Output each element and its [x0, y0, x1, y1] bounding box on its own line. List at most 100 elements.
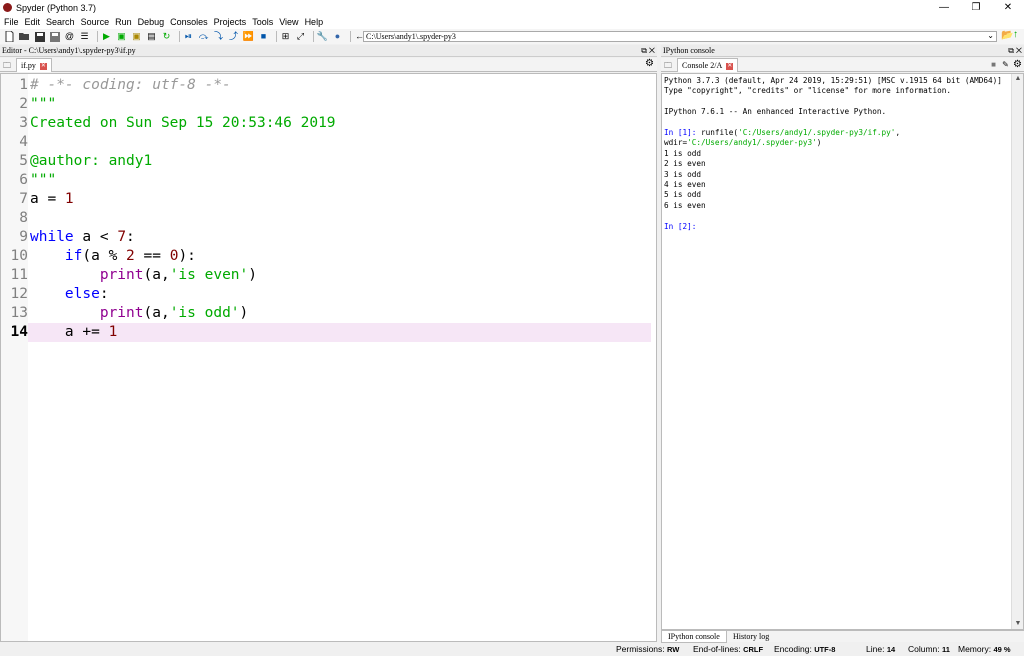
working-directory-input[interactable]: C:\Users\andy1\.spyder-py3 ⌄: [363, 31, 997, 42]
outline-icon[interactable]: ☰: [79, 31, 90, 42]
run-selection-icon[interactable]: ▤: [146, 31, 157, 42]
pane-controls[interactable]: ⧉ ✕: [1008, 45, 1022, 57]
step-return-icon[interactable]: ⤴: [228, 31, 239, 42]
close-tab-icon[interactable]: ✕: [39, 62, 47, 70]
status-bar: Permissions: RW End-of-lines: CRLF Encod…: [0, 643, 1024, 655]
code-token: :: [126, 229, 135, 245]
code-editor[interactable]: 1 2 3 4 5 6 7 8 9 10 11 12 13 14 # -*- coding: utf-8 …: [0, 73, 657, 642]
code-token: ): [239, 305, 249, 321]
console-line: Type "copyright", "credits" or "license"…: [664, 86, 1006, 96]
gear-icon[interactable]: ⚙: [645, 58, 654, 69]
menu-search[interactable]: Search: [46, 17, 75, 27]
parent-directory-icon[interactable]: ↑: [1013, 29, 1018, 40]
rerun-icon[interactable]: ↻: [161, 31, 172, 42]
tab-label: Console 2/A: [682, 61, 723, 70]
console-token: 1 is odd: [664, 148, 702, 158]
gear-icon[interactable]: ⚙: [1013, 60, 1022, 70]
browse-tabs-icon[interactable]: 🗀: [664, 60, 672, 74]
column-status: Column: 11: [908, 643, 950, 656]
stop-kernel-icon[interactable]: ■: [989, 60, 998, 69]
menu-file[interactable]: File: [4, 17, 19, 27]
tab-console-2a[interactable]: Console 2/A ✕: [677, 58, 739, 72]
console-token: runfile(: [701, 128, 739, 138]
code-token: a +=: [30, 324, 109, 340]
console-line: 3 is odd: [664, 170, 1006, 180]
debug-icon[interactable]: ⏯: [183, 31, 194, 42]
find-icon[interactable]: @: [64, 31, 75, 42]
new-file-icon[interactable]: [4, 31, 15, 42]
toolbar-separator: [97, 31, 98, 42]
browse-tabs-icon[interactable]: 🗀: [3, 60, 11, 74]
console-token: In [2]:: [664, 221, 702, 231]
code-token: (a,: [143, 305, 170, 321]
console-line: 1 is odd: [664, 149, 1006, 159]
code-line: if(a % 2 == 0):: [1, 247, 656, 266]
close-tab-icon[interactable]: ✕: [726, 62, 734, 70]
code-token: print: [99, 305, 144, 321]
restore-button[interactable]: ❐: [960, 0, 992, 15]
code-token: :: [99, 286, 109, 302]
console-pane-title: IPython console ⧉ ✕: [661, 45, 1024, 57]
menu-debug[interactable]: Debug: [138, 17, 165, 27]
pane-controls[interactable]: ⧉ ✕: [641, 45, 655, 57]
open-file-icon[interactable]: [19, 31, 30, 42]
code-token: 1: [108, 324, 118, 340]
menu-view[interactable]: View: [279, 17, 298, 27]
close-button[interactable]: ✕: [992, 0, 1024, 15]
preferences-icon[interactable]: 🔧: [317, 31, 328, 42]
spyder-logo-icon: [3, 3, 12, 12]
run-cell-icon[interactable]: ▣: [116, 31, 127, 42]
console-line: 4 is even: [664, 180, 1006, 190]
code-line: """: [1, 95, 656, 114]
step-icon[interactable]: ⤼: [198, 31, 209, 42]
window-title: Spyder (Python 3.7): [16, 2, 97, 13]
console-line: 2 is even: [664, 159, 1006, 169]
menu-tools[interactable]: Tools: [252, 17, 273, 27]
tab-history-log[interactable]: History log: [727, 631, 775, 643]
chevron-down-icon[interactable]: ⌄: [987, 31, 994, 40]
code-token: @author: andy1: [30, 153, 153, 169]
continue-icon[interactable]: ⏩: [243, 31, 254, 42]
scroll-up-icon[interactable]: ▲: [1012, 74, 1023, 84]
code-token: (a %: [82, 248, 127, 264]
fullscreen-icon[interactable]: ⤢: [295, 31, 306, 42]
menu-consoles[interactable]: Consoles: [170, 17, 208, 27]
stop-debug-icon[interactable]: ■: [258, 31, 269, 42]
console-scrollbar[interactable]: ▲ ▼: [1011, 74, 1023, 629]
window-controls: — ❐ ✕: [928, 0, 1024, 15]
eol-value: CRLF: [743, 645, 764, 654]
code-token: """: [30, 96, 57, 112]
ipython-console[interactable]: Python 3.7.3 (default, Apr 24 2019, 15:2…: [661, 73, 1024, 630]
menu-edit[interactable]: Edit: [25, 17, 41, 27]
maximize-pane-icon[interactable]: ⊞: [280, 31, 291, 42]
code-line: else:: [1, 285, 656, 304]
python-path-icon[interactable]: ●: [332, 31, 343, 42]
menu-run[interactable]: Run: [115, 17, 132, 27]
code-line: Created on Sun Sep 15 20:53:46 2019: [1, 114, 656, 133]
encoding-label: Encoding:: [774, 644, 812, 654]
run-cell-advance-icon[interactable]: ▣: [131, 31, 142, 42]
save-all-icon[interactable]: [49, 31, 60, 42]
menu-projects[interactable]: Projects: [214, 17, 247, 27]
run-icon[interactable]: ▶: [101, 31, 112, 42]
tab-ipython-console[interactable]: IPython console: [661, 631, 727, 643]
step-into-icon[interactable]: ⤵: [213, 31, 224, 42]
browse-folder-icon[interactable]: 📂: [1001, 30, 1013, 41]
minimize-button[interactable]: —: [928, 0, 960, 15]
console-line: 6 is even: [664, 201, 1006, 211]
save-icon[interactable]: [34, 31, 45, 42]
scroll-down-icon[interactable]: ▼: [1012, 619, 1023, 629]
editor-tab-bar: 🗀 if.py ✕ ⚙: [0, 58, 657, 72]
edit-icon[interactable]: ✎: [1001, 60, 1010, 69]
console-token: 6 is even: [664, 200, 706, 210]
menu-source[interactable]: Source: [81, 17, 110, 27]
menu-help[interactable]: Help: [305, 17, 324, 27]
toolbar-separator: [350, 31, 351, 42]
working-directory-value: C:\Users\andy1\.spyder-py3: [366, 32, 456, 41]
code-token: ):: [178, 248, 196, 264]
line-label: Line:: [866, 644, 885, 654]
tab-if-py[interactable]: if.py ✕: [16, 58, 52, 72]
toolbar-separator: [313, 31, 314, 42]
